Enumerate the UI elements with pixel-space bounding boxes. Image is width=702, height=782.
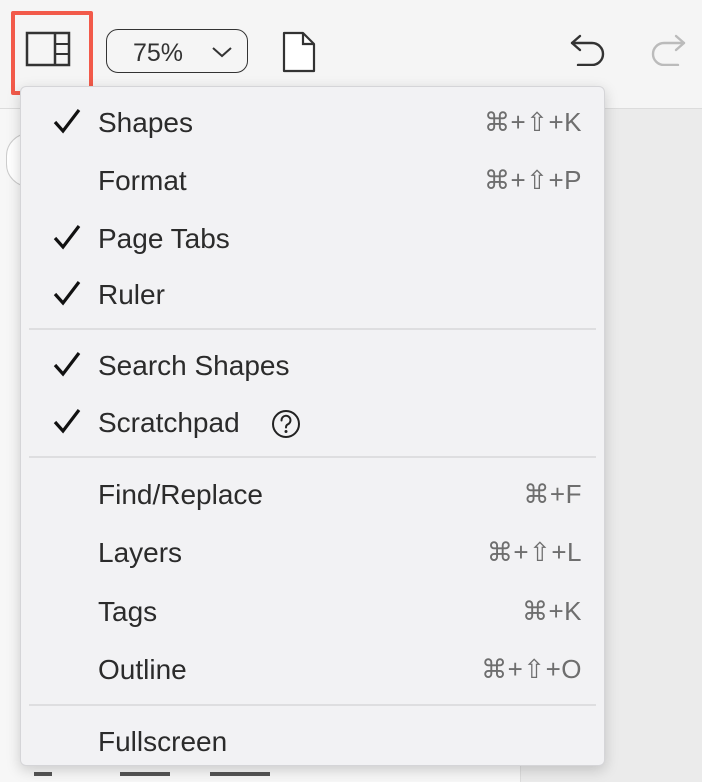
menu-item-format[interactable]: Format ⌘+⇧+P — [21, 152, 604, 210]
panel-layout-icon — [25, 31, 71, 67]
menu-item-shapes[interactable]: Shapes ⌘+⇧+K — [21, 94, 604, 152]
menu-item-label: Fullscreen — [98, 726, 228, 757]
menu-item-fullscreen[interactable]: Fullscreen — [21, 713, 604, 771]
menu-separator — [29, 704, 596, 706]
menu-separator — [29, 456, 596, 458]
menu-item-layers[interactable]: Layers ⌘+⇧+L — [21, 524, 604, 582]
chevron-down-icon — [212, 47, 232, 58]
menu-item-label: Scratchpad — [98, 407, 240, 438]
checkmark-icon — [53, 352, 81, 377]
checkmark-icon — [53, 225, 81, 250]
redo-icon[interactable] — [648, 30, 688, 66]
menu-item-search-shapes[interactable]: Search Shapes — [21, 337, 604, 395]
menu-item-ruler[interactable]: Ruler — [21, 266, 604, 324]
menu-item-shortcut: ⌘+⇧+K — [484, 107, 582, 137]
menu-item-outline[interactable]: Outline ⌘+⇧+O — [21, 641, 604, 699]
menu-item-shortcut: ⌘+⇧+L — [486, 537, 582, 567]
checkmark-icon — [53, 109, 81, 134]
zoom-value: 75% — [133, 39, 184, 67]
menu-item-label: Find/Replace — [98, 479, 263, 510]
menu-item-label: Ruler — [98, 279, 165, 310]
menu-item-find-replace[interactable]: Find/Replace ⌘+F — [21, 466, 604, 524]
menu-item-label: Outline — [98, 654, 187, 685]
menu-item-shortcut: ⌘+⇧+O — [481, 654, 582, 684]
help-circle-icon[interactable] — [271, 409, 301, 439]
menu-item-label: Search Shapes — [98, 350, 290, 381]
page-icon[interactable] — [281, 30, 317, 74]
checkmark-icon — [53, 281, 81, 306]
menu-item-shortcut: ⌘+⇧+P — [484, 165, 582, 195]
menu-item-label: Shapes — [98, 107, 193, 138]
menu-item-scratchpad[interactable]: Scratchpad — [21, 394, 604, 452]
checkmark-icon — [53, 409, 81, 434]
menu-item-label: Format — [98, 165, 187, 196]
menu-item-label: Tags — [98, 596, 158, 627]
zoom-dropdown[interactable]: 75% — [106, 29, 248, 73]
undo-icon[interactable] — [568, 30, 608, 66]
menu-item-page-tabs[interactable]: Page Tabs — [21, 210, 604, 268]
menu-item-shortcut: ⌘+F — [523, 479, 582, 509]
panel-toggle-button[interactable] — [11, 11, 93, 95]
menu-item-shortcut: ⌘+K — [521, 596, 582, 626]
menu-item-label: Layers — [98, 537, 183, 568]
menu-item-tags[interactable]: Tags ⌘+K — [21, 583, 604, 641]
menu-separator — [29, 328, 596, 330]
view-panels-menu: Shapes ⌘+⇧+K Format ⌘+⇧+P Page Tabs Rule… — [20, 86, 605, 766]
menu-item-label: Page Tabs — [98, 223, 230, 254]
